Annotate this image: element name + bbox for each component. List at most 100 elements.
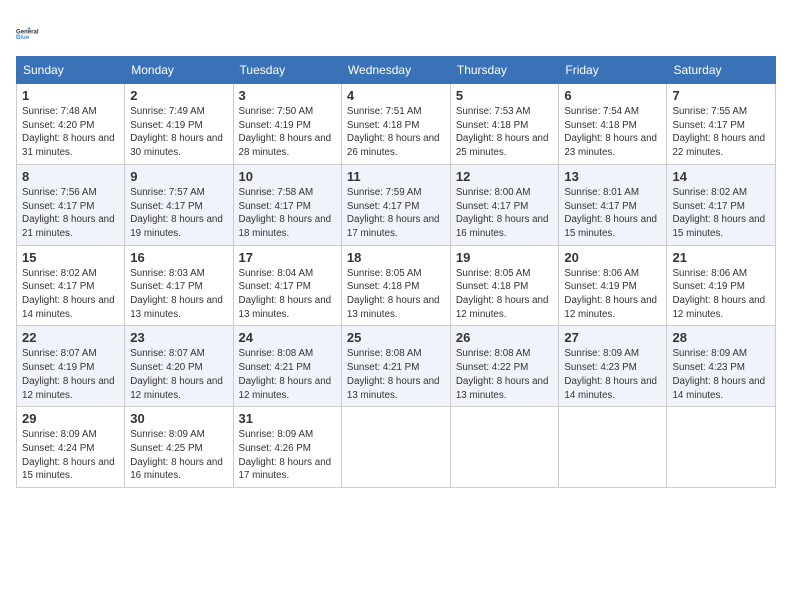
day-number: 19 [456, 250, 554, 265]
cell-content: Sunrise: 8:07 AMSunset: 4:20 PMDaylight:… [130, 347, 227, 402]
calendar-cell: 25 Sunrise: 8:08 AMSunset: 4:21 PMDayligh… [341, 326, 450, 407]
cell-content: Sunrise: 8:09 AMSunset: 4:25 PMDaylight:… [130, 428, 227, 483]
day-number: 27 [564, 330, 661, 345]
calendar-cell: 8 Sunrise: 7:56 AMSunset: 4:17 PMDaylight… [17, 164, 125, 245]
calendar-cell: 12 Sunrise: 8:00 AMSunset: 4:17 PMDayligh… [450, 164, 559, 245]
header-wednesday: Wednesday [341, 57, 450, 84]
day-number: 14 [672, 169, 770, 184]
calendar-cell: 14 Sunrise: 8:02 AMSunset: 4:17 PMDayligh… [667, 164, 776, 245]
calendar-cell: 30 Sunrise: 8:09 AMSunset: 4:25 PMDayligh… [125, 407, 233, 488]
cell-content: Sunrise: 8:09 AMSunset: 4:24 PMDaylight:… [22, 428, 119, 483]
calendar-cell: 9 Sunrise: 7:57 AMSunset: 4:17 PMDaylight… [125, 164, 233, 245]
day-number: 3 [239, 88, 336, 103]
calendar-cell: 2Sunrise: 7:49 AMSunset: 4:19 PMDaylight… [125, 84, 233, 165]
cell-content: Sunrise: 8:07 AMSunset: 4:19 PMDaylight:… [22, 347, 119, 402]
cell-content: Sunrise: 8:05 AMSunset: 4:18 PMDaylight:… [456, 267, 554, 322]
calendar-cell: 22Sunrise: 8:07 AMSunset: 4:19 PMDayligh… [17, 326, 125, 407]
cell-content: Sunrise: 7:50 AMSunset: 4:19 PMDaylight:… [239, 105, 336, 160]
day-number: 9 [130, 169, 227, 184]
day-number: 16 [130, 250, 227, 265]
calendar-cell: 13 Sunrise: 8:01 AMSunset: 4:17 PMDayligh… [559, 164, 667, 245]
day-number: 1 [22, 88, 119, 103]
cell-content: Sunrise: 8:04 AMSunset: 4:17 PMDaylight:… [239, 267, 336, 322]
cell-content: Sunrise: 8:09 AMSunset: 4:23 PMDaylight:… [672, 347, 770, 402]
day-number: 20 [564, 250, 661, 265]
day-number: 12 [456, 169, 554, 184]
day-number: 10 [239, 169, 336, 184]
cell-content: Sunrise: 7:48 AMSunset: 4:20 PMDaylight:… [22, 105, 119, 160]
day-number: 15 [22, 250, 119, 265]
cell-content: Sunrise: 7:58 AMSunset: 4:17 PMDaylight:… [239, 186, 336, 241]
cell-content: Sunrise: 7:51 AMSunset: 4:18 PMDaylight:… [347, 105, 445, 160]
cell-content: Sunrise: 7:57 AMSunset: 4:17 PMDaylight:… [130, 186, 227, 241]
cell-content: Sunrise: 8:05 AMSunset: 4:18 PMDaylight:… [347, 267, 445, 322]
cell-content: Sunrise: 7:59 AMSunset: 4:17 PMDaylight:… [347, 186, 445, 241]
calendar-cell [667, 407, 776, 488]
calendar-cell: 21 Sunrise: 8:06 AMSunset: 4:19 PMDayligh… [667, 245, 776, 326]
day-number: 13 [564, 169, 661, 184]
day-number: 31 [239, 411, 336, 426]
week-row-1: 1 Sunrise: 7:48 AMSunset: 4:20 PMDaylight… [17, 84, 776, 165]
day-number: 7 [672, 88, 770, 103]
calendar-cell [341, 407, 450, 488]
calendar: SundayMondayTuesdayWednesdayThursdayFrid… [16, 56, 776, 488]
cell-content: Sunrise: 8:09 AMSunset: 4:23 PMDaylight:… [564, 347, 661, 402]
calendar-cell: 3 Sunrise: 7:50 AMSunset: 4:19 PMDaylight… [233, 84, 341, 165]
header-friday: Friday [559, 57, 667, 84]
svg-text:Blue: Blue [16, 35, 30, 41]
calendar-header-row: SundayMondayTuesdayWednesdayThursdayFrid… [17, 57, 776, 84]
cell-content: Sunrise: 8:03 AMSunset: 4:17 PMDaylight:… [130, 267, 227, 322]
day-number: 4 [347, 88, 445, 103]
week-row-2: 8 Sunrise: 7:56 AMSunset: 4:17 PMDaylight… [17, 164, 776, 245]
day-number: 6 [564, 88, 661, 103]
calendar-cell: 15 Sunrise: 8:02 AMSunset: 4:17 PMDayligh… [17, 245, 125, 326]
calendar-cell: 20 Sunrise: 8:06 AMSunset: 4:19 PMDayligh… [559, 245, 667, 326]
calendar-cell [450, 407, 559, 488]
cell-content: Sunrise: 7:54 AMSunset: 4:18 PMDaylight:… [564, 105, 661, 160]
svg-text:General: General [16, 29, 39, 35]
week-row-5: 29Sunrise: 8:09 AMSunset: 4:24 PMDayligh… [17, 407, 776, 488]
calendar-cell: 26 Sunrise: 8:08 AMSunset: 4:22 PMDayligh… [450, 326, 559, 407]
week-row-3: 15 Sunrise: 8:02 AMSunset: 4:17 PMDayligh… [17, 245, 776, 326]
logo-icon: General Blue [16, 16, 44, 44]
calendar-cell: 7 Sunrise: 7:55 AMSunset: 4:17 PMDaylight… [667, 84, 776, 165]
header-thursday: Thursday [450, 57, 559, 84]
day-number: 26 [456, 330, 554, 345]
cell-content: Sunrise: 8:02 AMSunset: 4:17 PMDaylight:… [22, 267, 119, 322]
calendar-cell: 27 Sunrise: 8:09 AMSunset: 4:23 PMDayligh… [559, 326, 667, 407]
calendar-cell: 24Sunrise: 8:08 AMSunset: 4:21 PMDayligh… [233, 326, 341, 407]
cell-content: Sunrise: 7:56 AMSunset: 4:17 PMDaylight:… [22, 186, 119, 241]
header-monday: Monday [125, 57, 233, 84]
cell-content: Sunrise: 8:06 AMSunset: 4:19 PMDaylight:… [564, 267, 661, 322]
calendar-cell: 31 Sunrise: 8:09 AMSunset: 4:26 PMDayligh… [233, 407, 341, 488]
calendar-cell: 4 Sunrise: 7:51 AMSunset: 4:18 PMDaylight… [341, 84, 450, 165]
cell-content: Sunrise: 8:01 AMSunset: 4:17 PMDaylight:… [564, 186, 661, 241]
cell-content: Sunrise: 8:09 AMSunset: 4:26 PMDaylight:… [239, 428, 336, 483]
day-number: 21 [672, 250, 770, 265]
cell-content: Sunrise: 8:00 AMSunset: 4:17 PMDaylight:… [456, 186, 554, 241]
calendar-cell: 17Sunrise: 8:04 AMSunset: 4:17 PMDayligh… [233, 245, 341, 326]
day-number: 5 [456, 88, 554, 103]
calendar-cell: 23Sunrise: 8:07 AMSunset: 4:20 PMDayligh… [125, 326, 233, 407]
cell-content: Sunrise: 8:06 AMSunset: 4:19 PMDaylight:… [672, 267, 770, 322]
day-number: 30 [130, 411, 227, 426]
cell-content: Sunrise: 8:02 AMSunset: 4:17 PMDaylight:… [672, 186, 770, 241]
cell-content: Sunrise: 8:08 AMSunset: 4:21 PMDaylight:… [347, 347, 445, 402]
cell-content: Sunrise: 7:53 AMSunset: 4:18 PMDaylight:… [456, 105, 554, 160]
day-number: 8 [22, 169, 119, 184]
cell-content: Sunrise: 8:08 AMSunset: 4:22 PMDaylight:… [456, 347, 554, 402]
cell-content: Sunrise: 7:55 AMSunset: 4:17 PMDaylight:… [672, 105, 770, 160]
day-number: 28 [672, 330, 770, 345]
week-row-4: 22Sunrise: 8:07 AMSunset: 4:19 PMDayligh… [17, 326, 776, 407]
cell-content: Sunrise: 7:49 AMSunset: 4:19 PMDaylight:… [130, 105, 227, 160]
calendar-cell: 11 Sunrise: 7:59 AMSunset: 4:17 PMDayligh… [341, 164, 450, 245]
calendar-cell: 18 Sunrise: 8:05 AMSunset: 4:18 PMDayligh… [341, 245, 450, 326]
day-number: 11 [347, 169, 445, 184]
calendar-cell: 29Sunrise: 8:09 AMSunset: 4:24 PMDayligh… [17, 407, 125, 488]
day-number: 18 [347, 250, 445, 265]
day-number: 25 [347, 330, 445, 345]
calendar-cell: 19 Sunrise: 8:05 AMSunset: 4:18 PMDayligh… [450, 245, 559, 326]
calendar-cell [559, 407, 667, 488]
calendar-cell: 28 Sunrise: 8:09 AMSunset: 4:23 PMDayligh… [667, 326, 776, 407]
calendar-cell: 6 Sunrise: 7:54 AMSunset: 4:18 PMDaylight… [559, 84, 667, 165]
